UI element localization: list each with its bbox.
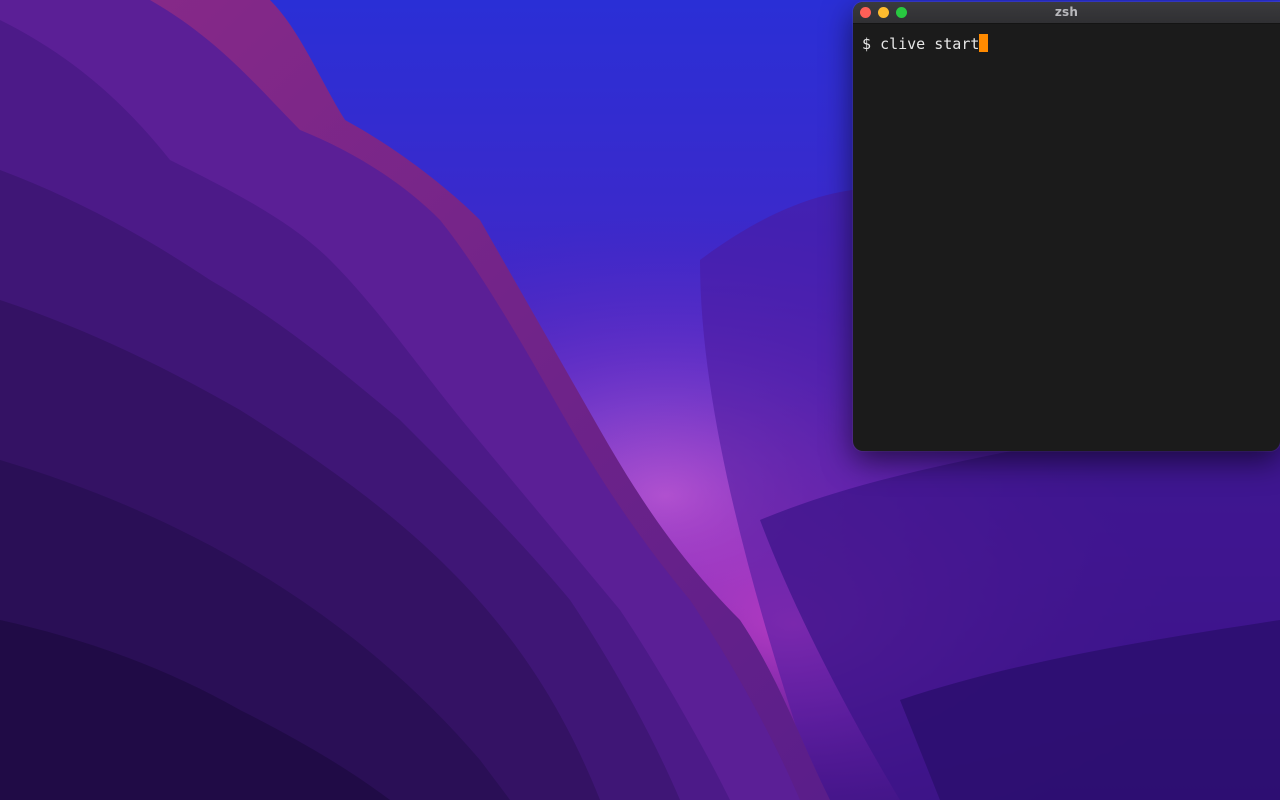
desktop[interactable]: zsh $ clive start (0, 0, 1280, 800)
command-text: clive start (880, 35, 980, 53)
terminal-content[interactable]: $ clive start (853, 24, 1280, 451)
text-cursor (979, 34, 989, 52)
window-title: zsh (1054, 5, 1079, 19)
terminal-titlebar[interactable]: zsh (853, 2, 1280, 24)
terminal-window[interactable]: zsh $ clive start (853, 2, 1280, 451)
shell-prompt: $ (862, 35, 872, 53)
